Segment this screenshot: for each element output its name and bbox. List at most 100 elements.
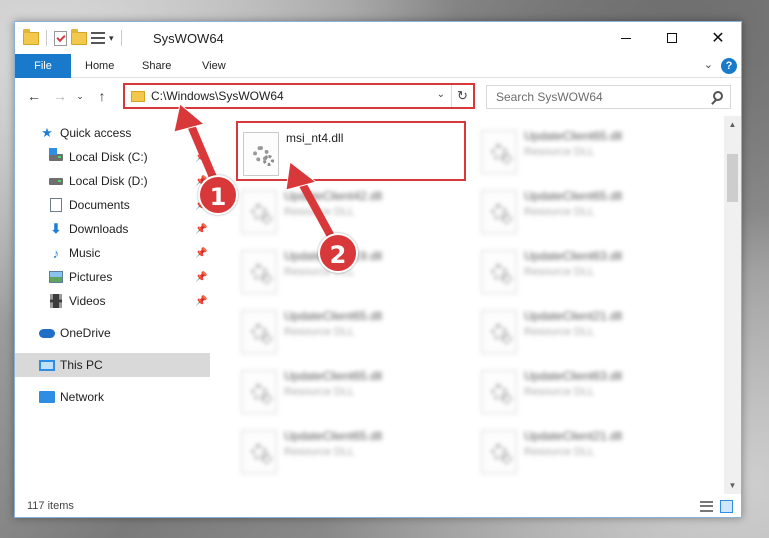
file-type: Resource DLL: [524, 326, 595, 338]
file-tile[interactable]: UpdateClient42.dll Resource DLL: [236, 181, 466, 241]
sidebar-item-onedrive[interactable]: OneDrive: [15, 321, 210, 345]
tab-share[interactable]: Share: [130, 54, 183, 78]
minimize-icon: [621, 37, 631, 39]
customize-toolbar-dropdown-icon[interactable]: ▾: [109, 33, 114, 44]
sidebar-item-this-pc[interactable]: This PC: [15, 353, 210, 377]
refresh-button[interactable]: ↻: [451, 85, 473, 107]
file-tile[interactable]: UpdateClient63.dll Resource DLL: [476, 241, 706, 301]
file-type: Resource DLL: [284, 206, 355, 218]
file-name: UpdateClient42.dll: [284, 189, 383, 203]
scroll-up-icon[interactable]: ▲: [724, 116, 741, 133]
search-box[interactable]: Search SysWOW64: [486, 85, 731, 109]
file-name: UpdateClient21.dll: [524, 429, 623, 443]
file-tile[interactable]: UpdateClient65.dll Resource DLL: [236, 361, 466, 421]
file-type: Resource DLL: [284, 386, 355, 398]
file-type: Resource DLL: [284, 446, 355, 458]
pin-icon[interactable]: 📌: [195, 248, 207, 259]
computer-icon: [39, 357, 55, 373]
properties-list-icon[interactable]: [91, 32, 105, 44]
sidebar-item-music[interactable]: ♪ Music 📌: [15, 241, 210, 265]
address-path[interactable]: C:\Windows\SysWOW64: [151, 89, 284, 103]
file-name: UpdateClient65.dll: [284, 309, 383, 323]
file-tile-msi-nt4[interactable]: msi_nt4.dll: [236, 121, 466, 181]
sidebar-item-downloads[interactable]: ⬇ Downloads 📌: [15, 217, 210, 241]
file-name: UpdateClient65.dll: [524, 129, 623, 143]
sidebar-item-local-disk-c[interactable]: Local Disk (C:) 📌: [15, 145, 210, 169]
recent-locations-button[interactable]: ⌄: [73, 85, 87, 107]
ribbon-tabs: File Home Share View ⌄ ?: [15, 54, 741, 78]
file-type: Resource DLL: [524, 386, 595, 398]
file-tile[interactable]: UpdateClient65.dll Resource DLL: [236, 301, 466, 361]
search-placeholder[interactable]: Search SysWOW64: [496, 90, 603, 104]
step-badge-1: 1: [198, 175, 238, 215]
minimize-button[interactable]: [603, 22, 649, 54]
folder-icon: [23, 28, 39, 45]
downloads-icon: ⬇: [50, 221, 62, 236]
tab-file[interactable]: File: [15, 54, 71, 78]
new-folder-icon[interactable]: [71, 28, 87, 45]
sidebar-item-local-disk-d[interactable]: Local Disk (D:) 📌: [15, 169, 210, 193]
file-list: msi_nt4.dll UpdateClient65.dll Resource …: [224, 116, 724, 494]
tab-view[interactable]: View: [190, 54, 238, 78]
large-icons-view-icon[interactable]: [720, 500, 733, 513]
file-tile[interactable]: UpdateClient63.dll Resource DLL: [476, 361, 706, 421]
file-explorer-window: ▾ SysWOW64 ✕ File Home Share View ⌄ ? ← …: [14, 21, 742, 518]
address-bar[interactable]: C:\Windows\SysWOW64 ⌄ ↻: [123, 83, 475, 109]
sidebar-item-network[interactable]: Network: [15, 385, 210, 409]
sidebar-item-quick-access[interactable]: ★ Quick access: [15, 121, 210, 145]
file-tile[interactable]: UpdateClient65.dll Resource DLL: [476, 121, 706, 181]
maximize-icon: [667, 33, 677, 43]
maximize-button[interactable]: [649, 22, 695, 54]
dll-file-icon: [241, 250, 277, 294]
quick-access-toolbar: ▾: [23, 28, 125, 46]
file-type: Resource DLL: [524, 266, 595, 278]
toolbar-divider: [120, 30, 122, 46]
sidebar-item-label: OneDrive: [60, 326, 111, 340]
help-icon[interactable]: ?: [721, 58, 737, 74]
scroll-down-icon[interactable]: ▼: [724, 477, 741, 494]
documents-icon: [48, 197, 64, 213]
back-button[interactable]: ←: [23, 85, 45, 107]
arrow-left-icon: ←: [27, 88, 41, 104]
videos-icon: [48, 293, 64, 309]
dll-file-icon: [481, 250, 517, 294]
file-tile[interactable]: UpdateClient21.dll Resource DLL: [476, 301, 706, 361]
forward-button[interactable]: →: [49, 85, 71, 107]
pin-icon[interactable]: 📌: [195, 272, 207, 283]
pin-icon[interactable]: 📌: [195, 224, 207, 235]
status-bar: 117 items: [15, 496, 741, 517]
sidebar-item-documents[interactable]: Documents 📌: [15, 193, 210, 217]
search-icon[interactable]: [713, 91, 723, 101]
sidebar-item-label: Downloads: [69, 222, 129, 236]
up-button[interactable]: ↑: [91, 85, 113, 107]
star-icon: ★: [41, 125, 53, 140]
sidebar-item-videos[interactable]: Videos 📌: [15, 289, 210, 313]
address-history-chevron-icon[interactable]: ⌄: [437, 89, 445, 100]
close-button[interactable]: ✕: [695, 22, 741, 54]
step-badge-2: 2: [318, 233, 358, 273]
vertical-scrollbar[interactable]: ▲ ▼: [724, 116, 741, 494]
file-name: UpdateClient63.dll: [524, 369, 623, 383]
tab-home[interactable]: Home: [73, 54, 126, 78]
pin-icon[interactable]: 📌: [195, 296, 207, 307]
sidebar-item-label: Videos: [69, 294, 106, 308]
sidebar-item-pictures[interactable]: Pictures 📌: [15, 265, 210, 289]
pin-icon[interactable]: 📌: [195, 152, 207, 163]
file-tile[interactable]: UpdateClient21.dll Resource DLL: [476, 421, 706, 481]
pictures-icon: [48, 269, 64, 285]
properties-check-icon[interactable]: [54, 30, 67, 46]
file-type: Resource DLL: [524, 146, 595, 158]
toolbar-divider: [46, 30, 47, 46]
file-tile[interactable]: UpdateClient65.dll Resource DLL: [236, 421, 466, 481]
details-view-icon[interactable]: [700, 501, 713, 512]
sidebar-item-label: This PC: [60, 358, 103, 372]
cloud-icon: [39, 325, 55, 341]
window-title: SysWOW64: [153, 31, 224, 46]
sidebar-item-label: Local Disk (C:): [69, 150, 148, 164]
file-tile[interactable]: UpdateClient65.dll Resource DLL: [476, 181, 706, 241]
scrollbar-thumb[interactable]: [727, 154, 738, 202]
expand-ribbon-chevron-icon[interactable]: ⌄: [704, 58, 713, 71]
dll-file-icon: [241, 310, 277, 354]
folder-icon: [131, 91, 145, 102]
sidebar-item-label: Local Disk (D:): [69, 174, 148, 188]
